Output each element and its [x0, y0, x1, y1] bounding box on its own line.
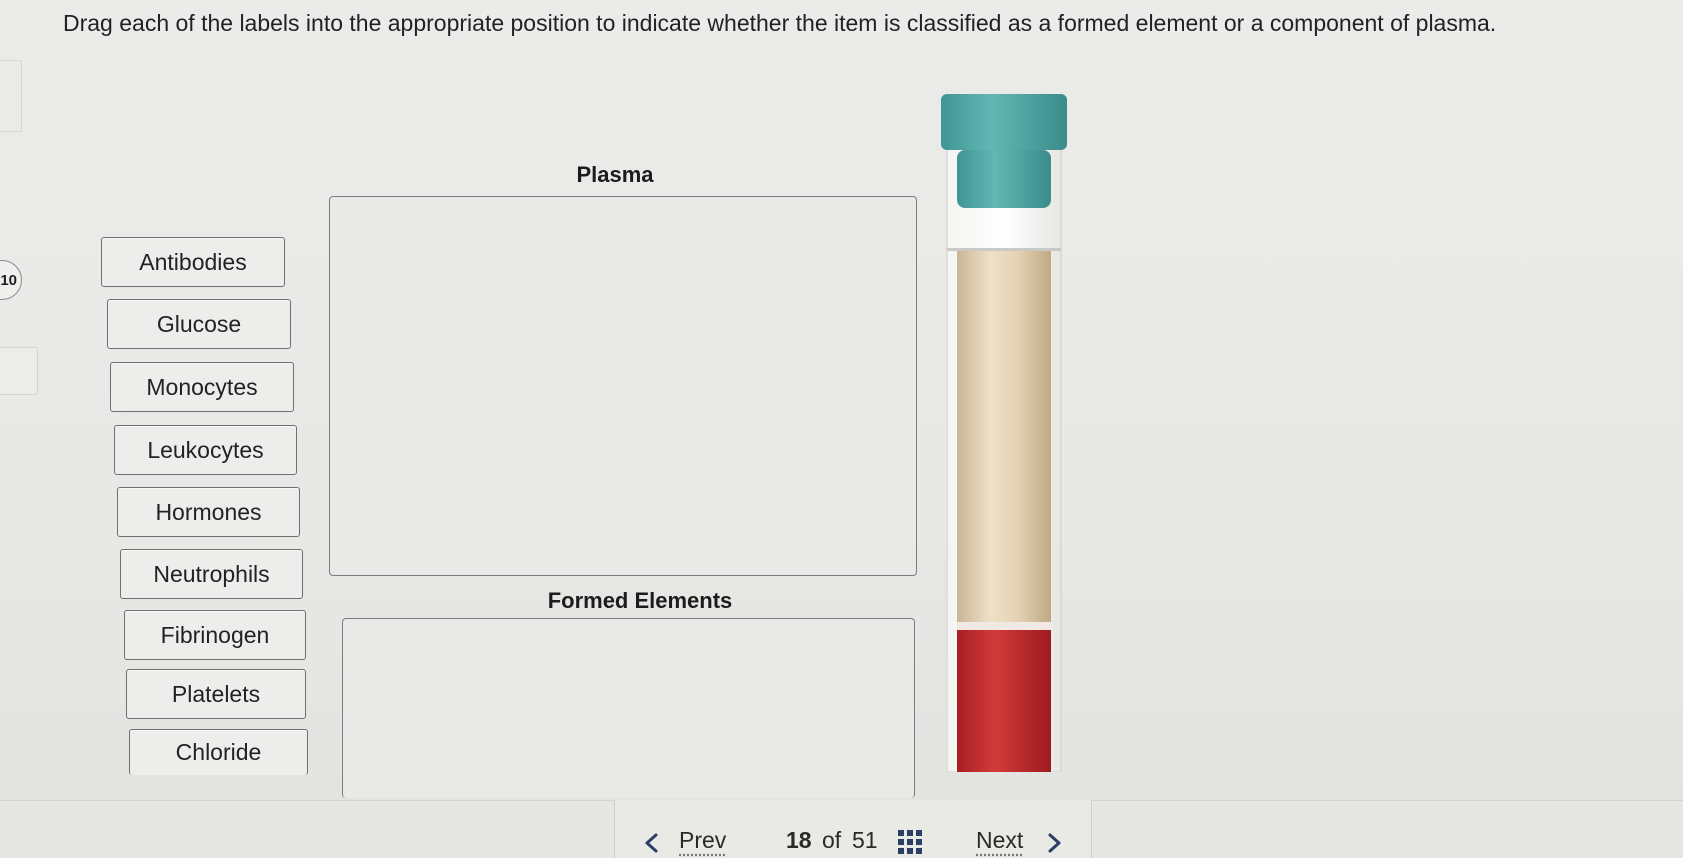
label-antibodies[interactable]: Antibodies: [101, 237, 285, 287]
plasma-zone-title: Plasma: [576, 162, 654, 187]
grid-icon[interactable]: [897, 829, 923, 855]
formed-elements-drop-zone[interactable]: [342, 618, 915, 798]
side-panel-box[interactable]: [0, 347, 38, 395]
label-chloride[interactable]: Chloride: [129, 729, 308, 775]
total-pages-number: 51: [852, 827, 878, 853]
side-panel-edge: [0, 60, 22, 132]
label-monocytes[interactable]: Monocytes: [110, 362, 294, 412]
chevron-left-icon[interactable]: [641, 832, 663, 854]
assignment-page: Drag each of the labels into the appropr…: [0, 0, 1683, 858]
label-neutrophils[interactable]: Neutrophils: [120, 549, 303, 599]
label-fibrinogen[interactable]: Fibrinogen: [124, 610, 306, 660]
label-glucose[interactable]: Glucose: [107, 299, 291, 349]
formed-elements-zone-title: Formed Elements: [547, 588, 733, 613]
page-of-label: of: [822, 827, 842, 853]
label-hormones[interactable]: Hormones: [117, 487, 300, 537]
plasma-drop-zone[interactable]: [329, 196, 917, 576]
label-leukocytes[interactable]: Leukocytes: [114, 425, 297, 475]
chevron-right-icon[interactable]: [1043, 832, 1065, 854]
question-number: 10: [0, 271, 17, 289]
next-button[interactable]: Next: [976, 827, 1023, 854]
label-platelets[interactable]: Platelets: [126, 669, 306, 719]
instructions-text: Drag each of the labels into the appropr…: [63, 10, 1497, 36]
prev-button[interactable]: Prev: [679, 827, 726, 854]
blood-tube-illustration: [941, 94, 1067, 772]
question-number-badge[interactable]: 10: [0, 260, 22, 300]
current-page-number: 18: [786, 827, 812, 853]
